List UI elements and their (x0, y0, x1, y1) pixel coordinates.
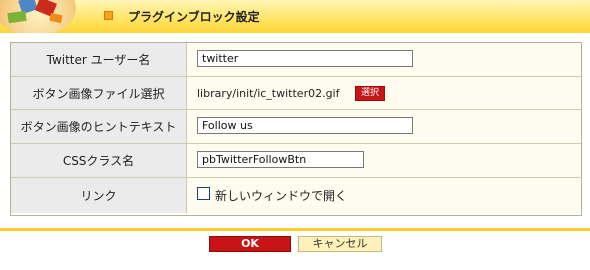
button-image-path: library/init/ic_twitter02.gif (197, 87, 340, 100)
hint-text-label: ボタン画像のヒントテキスト (11, 110, 187, 143)
cancel-button[interactable]: キャンセル (298, 236, 382, 252)
link-label: リンク (11, 178, 187, 213)
header-bar: プラグインブロック設定 (0, 0, 590, 33)
row-hint-text: ボタン画像のヒントテキスト (11, 110, 581, 144)
row-twitter-username: Twitter ユーザー名 (11, 43, 581, 77)
twitter-username-label: Twitter ユーザー名 (11, 43, 187, 76)
css-class-input[interactable] (197, 151, 364, 168)
hint-text-input[interactable] (197, 117, 413, 134)
row-button-image: ボタン画像ファイル選択 library/init/ic_twitter02.gi… (11, 77, 581, 110)
page-title: プラグインブロック設定 (128, 10, 260, 24)
select-image-button[interactable]: 選択 (355, 86, 385, 101)
twitter-username-input[interactable] (197, 50, 413, 67)
button-image-label: ボタン画像ファイル選択 (11, 77, 187, 109)
row-css-class: CSSクラス名 (11, 144, 581, 178)
title-bullet-icon (104, 11, 113, 20)
plugin-logo (0, 0, 90, 33)
css-class-label: CSSクラス名 (11, 144, 187, 177)
row-link: リンク 新しいウィンドウで開く (11, 178, 581, 213)
new-window-checkbox[interactable] (197, 187, 210, 200)
footer-divider (0, 228, 590, 231)
new-window-checkbox-label[interactable]: 新しいウィンドウで開く (215, 187, 347, 204)
settings-form: Twitter ユーザー名 ボタン画像ファイル選択 library/init/i… (10, 42, 582, 216)
ok-button[interactable]: OK (209, 236, 291, 252)
